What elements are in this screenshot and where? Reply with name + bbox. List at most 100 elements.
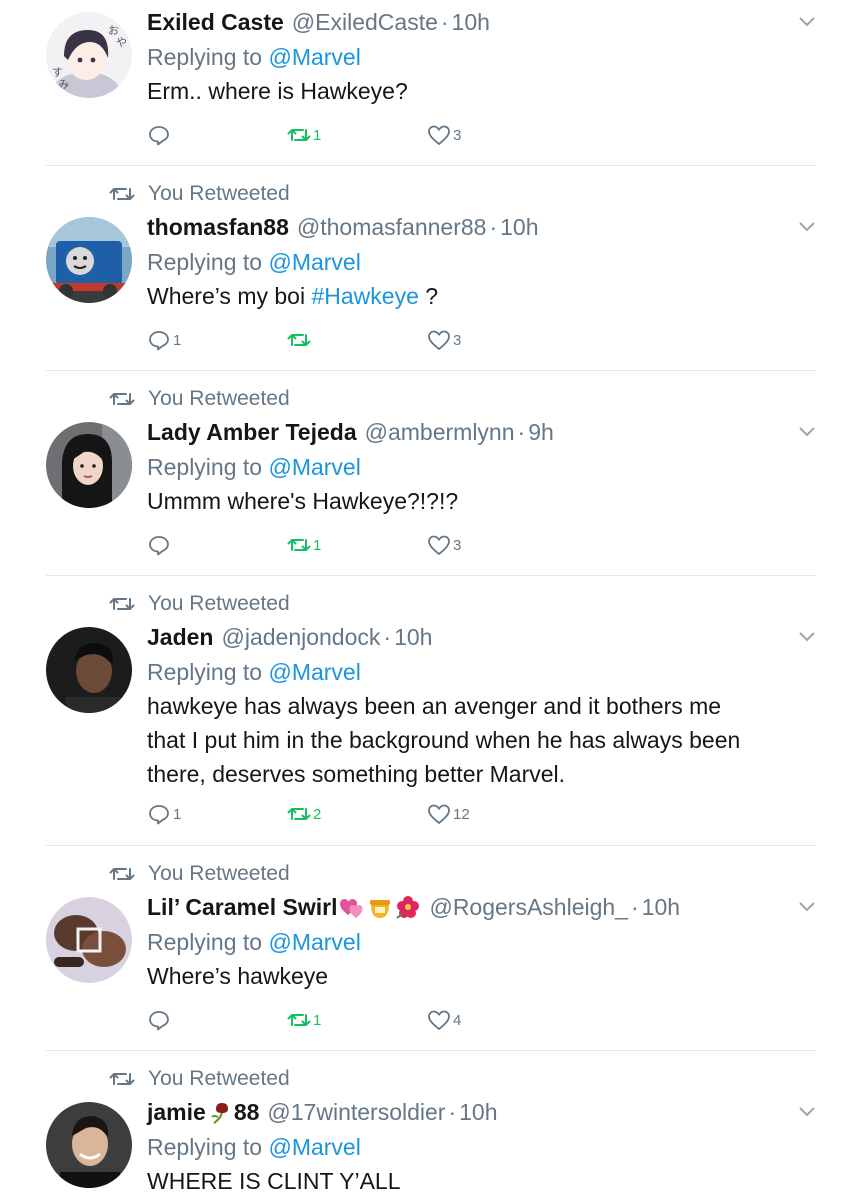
avatar-woman-icon — [46, 422, 132, 508]
tweet-text-line: hawkeye has always been an avenger and i… — [147, 693, 722, 719]
timestamp[interactable]: 10h — [500, 214, 538, 241]
reply-button[interactable] — [147, 121, 173, 149]
replying-to-link[interactable]: @Marvel — [268, 249, 360, 275]
tweet-content: thomasfan88 @thomasfanner88 · 10h Replyi… — [147, 211, 808, 313]
reply-button[interactable] — [147, 1006, 173, 1034]
tweet-text: hawkeye has always been an avenger and i… — [147, 689, 808, 791]
display-name[interactable]: Lil’ Caramel Swirl — [147, 894, 337, 921]
heart-outline-icon — [428, 125, 450, 145]
reply-icon — [149, 126, 169, 146]
display-name-suffix[interactable]: 88 — [234, 1099, 260, 1126]
replying-to-link[interactable]: @Marvel — [268, 44, 360, 70]
replying-to-link[interactable]: @Marvel — [268, 1134, 360, 1160]
display-name[interactable]: Exiled Caste — [147, 9, 284, 36]
tweet[interactable]: You Retweeted jamie 88 @17wintersoldier … — [0, 1051, 848, 1200]
timestamp[interactable]: 10h — [642, 894, 680, 921]
replying-to: Replying to @Marvel — [147, 925, 808, 959]
replying-to-link[interactable]: @Marvel — [268, 659, 360, 685]
tweet[interactable]: You Retweeted Lil’ Caramel Swirl @Rogers… — [0, 846, 848, 1051]
chevron-down-icon[interactable] — [798, 1106, 816, 1118]
replying-to-link[interactable]: @Marvel — [268, 929, 360, 955]
reply-button[interactable] — [147, 531, 173, 559]
tweet-text: Erm.. where is Hawkeye? — [147, 78, 408, 104]
separator-dot: · — [440, 8, 449, 35]
chevron-down-icon[interactable] — [798, 631, 816, 643]
tweet-content: jamie 88 @17wintersoldier · 10h Replying… — [147, 1096, 808, 1198]
retweet-count: 1 — [313, 126, 322, 144]
reply-icon — [149, 805, 169, 825]
chevron-down-icon[interactable] — [798, 221, 816, 233]
avatar-man-smiling-icon — [46, 1102, 132, 1188]
retweet-button[interactable] — [287, 326, 313, 354]
tweet[interactable]: You Retweeted thomasfan88 @thomasfanner8… — [0, 166, 848, 371]
display-name[interactable]: Jaden — [147, 624, 213, 651]
username[interactable]: @jadenjondock — [221, 624, 380, 651]
replying-to-label: Replying to — [147, 659, 263, 685]
retweet-button[interactable]: 1 — [287, 121, 321, 149]
hibiscus-icon — [396, 896, 420, 919]
like-button[interactable]: 4 — [427, 1006, 461, 1034]
replying-to: Replying to @Marvel — [147, 1130, 808, 1164]
hashtag-link[interactable]: #Hawkeye — [311, 283, 418, 309]
timestamp[interactable]: 10h — [394, 624, 432, 651]
separator-dot: · — [630, 893, 639, 920]
retweet-context: You Retweeted — [108, 385, 290, 413]
avatar[interactable] — [46, 1102, 132, 1188]
username[interactable]: @ambermlynn — [365, 419, 515, 446]
heart-outline-icon — [428, 1010, 450, 1030]
username[interactable]: @ExiledCaste — [292, 9, 438, 36]
chevron-down-icon[interactable] — [798, 16, 816, 28]
like-count: 3 — [453, 331, 462, 349]
retweet-icon — [287, 129, 311, 141]
avatar-hands-icon — [46, 897, 132, 983]
avatar[interactable] — [46, 627, 132, 713]
tweet[interactable]: You Retweeted Lady Amber Tejeda @amberml… — [0, 371, 848, 576]
like-count: 12 — [453, 805, 470, 823]
tweet-header: Lady Amber Tejeda @ambermlynn · 9h — [147, 416, 808, 448]
reply-count: 1 — [173, 331, 182, 349]
separator-dot: · — [448, 1098, 457, 1125]
username[interactable]: @17wintersoldier — [267, 1099, 445, 1126]
like-button[interactable]: 3 — [427, 531, 461, 559]
retweet-count: 1 — [313, 536, 322, 554]
action-bar: 1 2 12 — [147, 800, 507, 828]
username[interactable]: @thomasfanner88 — [297, 214, 487, 241]
replying-to-label: Replying to — [147, 1134, 263, 1160]
replying-to-label: Replying to — [147, 929, 263, 955]
chevron-down-icon[interactable] — [798, 901, 816, 913]
like-button[interactable]: 3 — [427, 326, 461, 354]
timestamp[interactable]: 10h — [459, 1099, 497, 1126]
replying-to-link[interactable]: @Marvel — [268, 454, 360, 480]
retweet-icon — [287, 1014, 311, 1026]
like-button[interactable]: 3 — [427, 121, 461, 149]
timestamp[interactable]: 10h — [452, 9, 490, 36]
retweet-button[interactable]: 1 — [287, 531, 321, 559]
svg-text:み: み — [58, 78, 69, 91]
action-bar: 1 3 — [147, 326, 507, 354]
retweet-context: You Retweeted — [108, 1065, 290, 1093]
avatar[interactable]: お や す み — [46, 12, 132, 98]
timestamp[interactable]: 9h — [528, 419, 554, 446]
tweet[interactable]: お や す み Exiled Caste @ExiledCaste · 10h … — [0, 0, 848, 166]
reply-button[interactable]: 1 — [147, 800, 181, 828]
display-name[interactable]: Lady Amber Tejeda — [147, 419, 357, 446]
tweet-header: thomasfan88 @thomasfanner88 · 10h — [147, 211, 808, 243]
display-name[interactable]: jamie — [147, 1099, 206, 1126]
avatar[interactable] — [46, 217, 132, 303]
avatar[interactable] — [46, 422, 132, 508]
tweet[interactable]: You Retweeted Jaden @jadenjondock · 10h … — [0, 576, 848, 846]
retweet-button[interactable]: 1 — [287, 1006, 321, 1034]
retweet-icon — [287, 334, 311, 346]
retweet-button[interactable]: 2 — [287, 800, 321, 828]
avatar[interactable] — [46, 897, 132, 983]
retweet-context-label: You Retweeted — [148, 862, 290, 885]
replying-to: Replying to @Marvel — [147, 245, 808, 279]
like-button[interactable]: 12 — [427, 800, 470, 828]
reply-button[interactable]: 1 — [147, 326, 181, 354]
tweet-content: Jaden @jadenjondock · 10h Replying to @M… — [147, 621, 808, 791]
chevron-down-icon[interactable] — [798, 426, 816, 438]
retweet-icon — [109, 188, 135, 200]
heart-outline-icon — [428, 535, 450, 555]
display-name[interactable]: thomasfan88 — [147, 214, 289, 241]
username[interactable]: @RogersAshleigh_ — [429, 894, 628, 921]
